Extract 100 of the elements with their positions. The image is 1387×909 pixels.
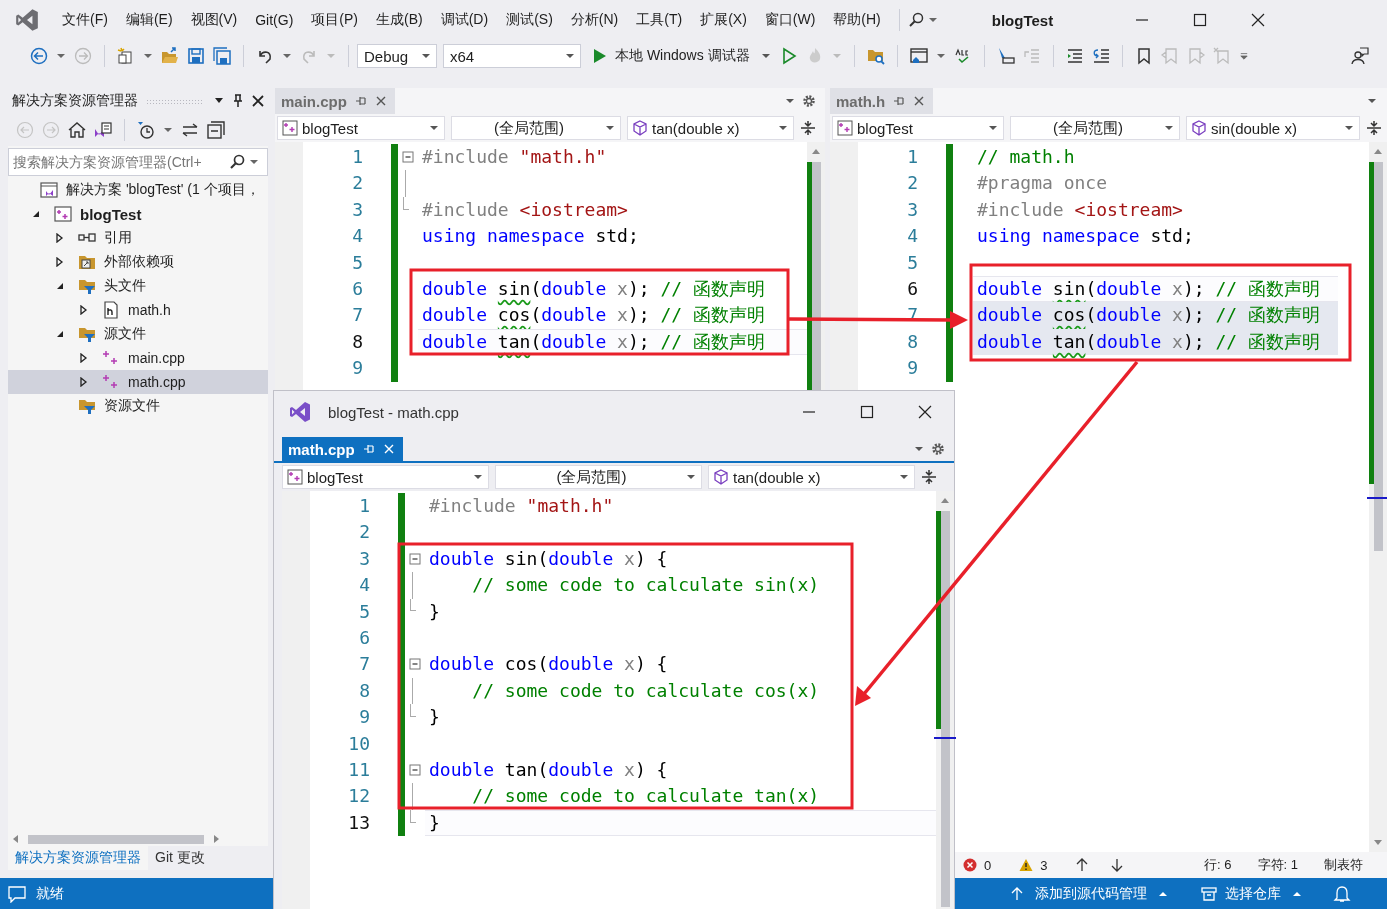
caret-icon[interactable] [761, 52, 770, 60]
menu-item[interactable]: 扩展(X) [692, 11, 755, 29]
search-icon[interactable] [229, 154, 245, 170]
caret-icon[interactable] [215, 97, 223, 105]
down-arrow-icon[interactable] [1110, 858, 1125, 872]
split-icon[interactable] [921, 469, 937, 485]
configuration-dropdown[interactable]: Debug [357, 44, 437, 68]
scroll-up-icon[interactable] [812, 148, 820, 156]
line-indicator[interactable]: 行: 6 [1204, 856, 1232, 874]
expanded-arrow-icon[interactable] [55, 281, 65, 291]
tree-item[interactable]: 资源文件 [8, 394, 268, 418]
caret-icon[interactable] [915, 445, 923, 453]
search-field[interactable]: 搜索解决方案资源管理器(Ctrl+ [8, 148, 268, 176]
caret-icon[interactable] [786, 97, 794, 105]
collapse-icon[interactable] [409, 763, 421, 776]
back-icon[interactable] [30, 47, 48, 65]
close-icon[interactable] [1251, 13, 1266, 27]
close-icon[interactable] [918, 405, 932, 419]
search-icon[interactable] [907, 12, 924, 28]
outdent-icon[interactable] [1091, 47, 1110, 65]
sync-icon[interactable] [181, 121, 199, 139]
scrollbar-thumb[interactable] [941, 511, 950, 907]
menu-item[interactable]: 生成(B) [368, 11, 431, 29]
caret-icon[interactable] [1165, 124, 1173, 132]
panel-tab[interactable]: 解决方案资源管理器 [8, 846, 148, 870]
member-dropdown[interactable]: sin(double x) [1186, 116, 1360, 140]
caret-icon[interactable] [422, 52, 430, 60]
scroll-right-icon[interactable] [212, 835, 220, 843]
collapse-icon[interactable] [409, 552, 421, 565]
scroll-up-icon[interactable] [1374, 148, 1382, 156]
scroll-up-icon[interactable] [941, 497, 949, 505]
tree-item[interactable]: math.cpp [8, 370, 268, 394]
project-dropdown[interactable]: blogTest [277, 116, 445, 140]
tree-item[interactable]: 引用 [8, 226, 268, 250]
save-all-icon[interactable] [213, 47, 231, 65]
collapse-all-icon[interactable] [207, 121, 225, 139]
menu-item[interactable]: 项目(P) [303, 11, 366, 29]
collapsed-arrow-icon[interactable] [55, 257, 65, 267]
error-icon[interactable] [963, 858, 977, 872]
folder-search-icon[interactable] [866, 47, 885, 65]
run-debugger-button[interactable]: 本地 Windows 调试器 [587, 43, 776, 69]
maximize-icon[interactable] [1193, 13, 1208, 27]
pointer-icon[interactable] [996, 47, 1015, 65]
save-icon[interactable] [187, 47, 205, 65]
collapsed-arrow-icon[interactable] [79, 353, 89, 363]
project-dropdown[interactable]: blogTest [832, 116, 1004, 140]
overflow-icon[interactable] [1239, 52, 1248, 60]
panel-tab[interactable]: Git 更改 [148, 846, 212, 870]
menu-item[interactable]: 窗口(W) [756, 11, 824, 29]
expanded-arrow-icon[interactable] [55, 329, 65, 339]
menu-item[interactable]: 测试(S) [498, 11, 561, 29]
menu-item[interactable]: 分析(N) [562, 11, 627, 29]
menu-item[interactable]: 调试(D) [432, 11, 497, 29]
project-dropdown[interactable]: blogTest [282, 465, 489, 489]
play-icon[interactable] [593, 48, 607, 64]
indent-indicator[interactable]: 制表符 [1324, 856, 1363, 874]
caret-icon[interactable] [474, 473, 482, 481]
scrollbar-thumb[interactable] [1374, 162, 1383, 551]
tree-item[interactable]: math.h [8, 298, 268, 322]
collapsed-arrow-icon[interactable] [79, 305, 89, 315]
split-icon[interactable] [800, 120, 816, 136]
member-dropdown[interactable]: tan(double x) [708, 465, 915, 489]
settings-icon[interactable] [802, 94, 816, 108]
menu-item[interactable]: 编辑(E) [117, 11, 181, 29]
caret-icon[interactable] [566, 52, 574, 60]
collapse-icon[interactable] [402, 151, 414, 163]
platform-dropdown[interactable]: x64 [443, 44, 581, 68]
caret-icon[interactable] [900, 473, 908, 481]
scope-dropdown[interactable]: (全局范围) [495, 465, 702, 489]
scope-dropdown[interactable]: (全局范围) [1010, 116, 1180, 140]
tree-item[interactable]: blogTest [8, 202, 268, 226]
scope-dropdown[interactable]: (全局范围) [451, 116, 621, 140]
up-arrow-icon[interactable] [1075, 858, 1090, 872]
caret-icon[interactable] [606, 124, 614, 132]
split-icon[interactable] [1366, 120, 1382, 136]
tree-item[interactable]: 源文件 [8, 322, 268, 346]
menu-item[interactable]: 工具(T) [628, 11, 691, 29]
scroll-down-icon[interactable] [1374, 838, 1382, 846]
home-icon[interactable] [68, 121, 86, 139]
caret-icon[interactable] [687, 473, 695, 481]
feedback-icon[interactable] [1351, 47, 1369, 65]
history-icon[interactable] [137, 121, 155, 139]
window-home-icon[interactable] [909, 47, 928, 65]
tree-item[interactable]: 解决方案 'blogTest' (1 个项目， [8, 178, 268, 202]
open-folder-icon[interactable] [161, 47, 179, 65]
collapsed-arrow-icon[interactable] [79, 377, 89, 387]
tree-item[interactable]: 头文件 [8, 274, 268, 298]
switch-view-icon[interactable] [94, 121, 112, 139]
maximize-icon[interactable] [860, 405, 874, 419]
scroll-left-icon[interactable] [12, 835, 20, 843]
bell-icon[interactable] [1333, 884, 1351, 903]
collapse-icon[interactable] [409, 658, 421, 671]
menu-item[interactable]: 视图(V) [182, 11, 246, 29]
new-project-icon[interactable] [117, 47, 135, 65]
menu-item[interactable]: Git(G) [247, 12, 302, 28]
menu-item[interactable]: 文件(F) [54, 11, 116, 29]
repository-icon[interactable] [1201, 885, 1217, 902]
collapsed-arrow-icon[interactable] [55, 233, 65, 243]
expanded-arrow-icon[interactable] [31, 209, 41, 219]
tree-item[interactable]: main.cpp [8, 346, 268, 370]
